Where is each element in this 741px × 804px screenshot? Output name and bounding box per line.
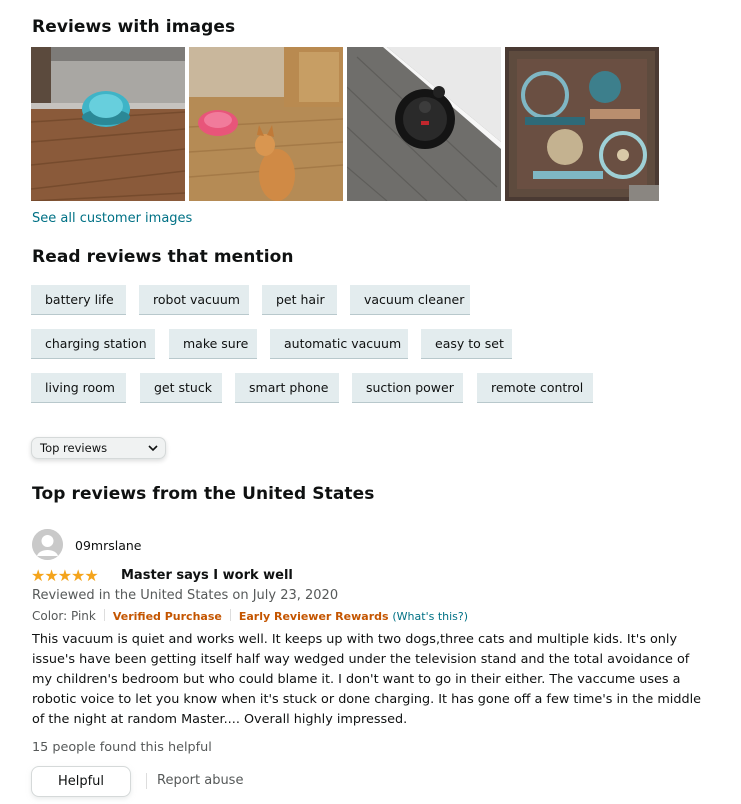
- chip-living-room[interactable]: living room: [31, 373, 126, 403]
- chip-charging-station[interactable]: charging station: [31, 329, 155, 359]
- chip-get-stuck[interactable]: get stuck: [140, 373, 222, 403]
- chip-remote-control[interactable]: remote control: [477, 373, 593, 403]
- chip-smart-phone[interactable]: smart phone: [235, 373, 339, 403]
- chip-battery-life[interactable]: battery life: [31, 285, 126, 315]
- star-icon: ★: [57, 566, 72, 585]
- review-date-line: Reviewed in the United States on July 23…: [32, 588, 339, 603]
- review-meta: Color: Pink Verified Purchase Early Review…: [32, 609, 468, 623]
- verified-purchase-badge: Verified Purchase: [112, 610, 222, 623]
- chevron-down-icon: [148, 438, 158, 465]
- review-body: This vacuum is quiet and works well. It …: [32, 632, 702, 727]
- customer-image-4[interactable]: [505, 47, 659, 201]
- read-reviews-mention-title: Read reviews that mention: [32, 247, 294, 267]
- divider: [103, 609, 105, 621]
- user-avatar-icon[interactable]: [32, 529, 63, 560]
- helpful-button[interactable]: Helpful: [31, 766, 131, 797]
- helpful-count: 15 people found this helpful: [32, 740, 212, 755]
- chip-robot-vacuum[interactable]: robot vacuum: [139, 285, 249, 315]
- star-rating[interactable]: ★★★★★: [31, 566, 99, 585]
- top-reviews-title: Top reviews from the United States: [32, 484, 375, 504]
- chip-automatic-vacuum[interactable]: automatic vacuum: [270, 329, 408, 359]
- star-icon: ★: [44, 566, 58, 585]
- report-abuse-link[interactable]: Report abuse: [157, 773, 243, 788]
- reviewer-name[interactable]: 09mrslane: [75, 538, 141, 553]
- chip-easy-to-set[interactable]: easy to set: [421, 329, 512, 359]
- review-title[interactable]: Master says I work well: [121, 568, 293, 583]
- chip-vacuum-cleaner[interactable]: vacuum cleaner: [350, 285, 470, 315]
- star-icon: ★: [84, 566, 98, 585]
- star-icon: ★: [31, 566, 45, 585]
- early-reviewer-badge: Early Reviewer Rewards: [238, 610, 389, 623]
- customer-image-2[interactable]: [189, 47, 343, 201]
- sort-reviews-dropdown[interactable]: Top reviews: [31, 437, 166, 459]
- see-all-customer-images-link[interactable]: See all customer images: [32, 211, 192, 226]
- chip-suction-power[interactable]: suction power: [352, 373, 463, 403]
- customer-image-3[interactable]: [347, 47, 501, 201]
- variant-color: Color: Pink: [32, 609, 96, 623]
- star-icon: ★: [71, 566, 85, 585]
- divider: [146, 773, 147, 789]
- divider: [229, 609, 231, 621]
- sort-selected-value: Top reviews: [40, 441, 108, 455]
- reviews-with-images-title: Reviews with images: [32, 17, 236, 37]
- chip-pet-hair[interactable]: pet hair: [262, 285, 337, 315]
- chip-make-sure[interactable]: make sure: [169, 329, 257, 359]
- whats-this-link[interactable]: (What's this?): [392, 610, 468, 623]
- customer-image-1[interactable]: [31, 47, 185, 201]
